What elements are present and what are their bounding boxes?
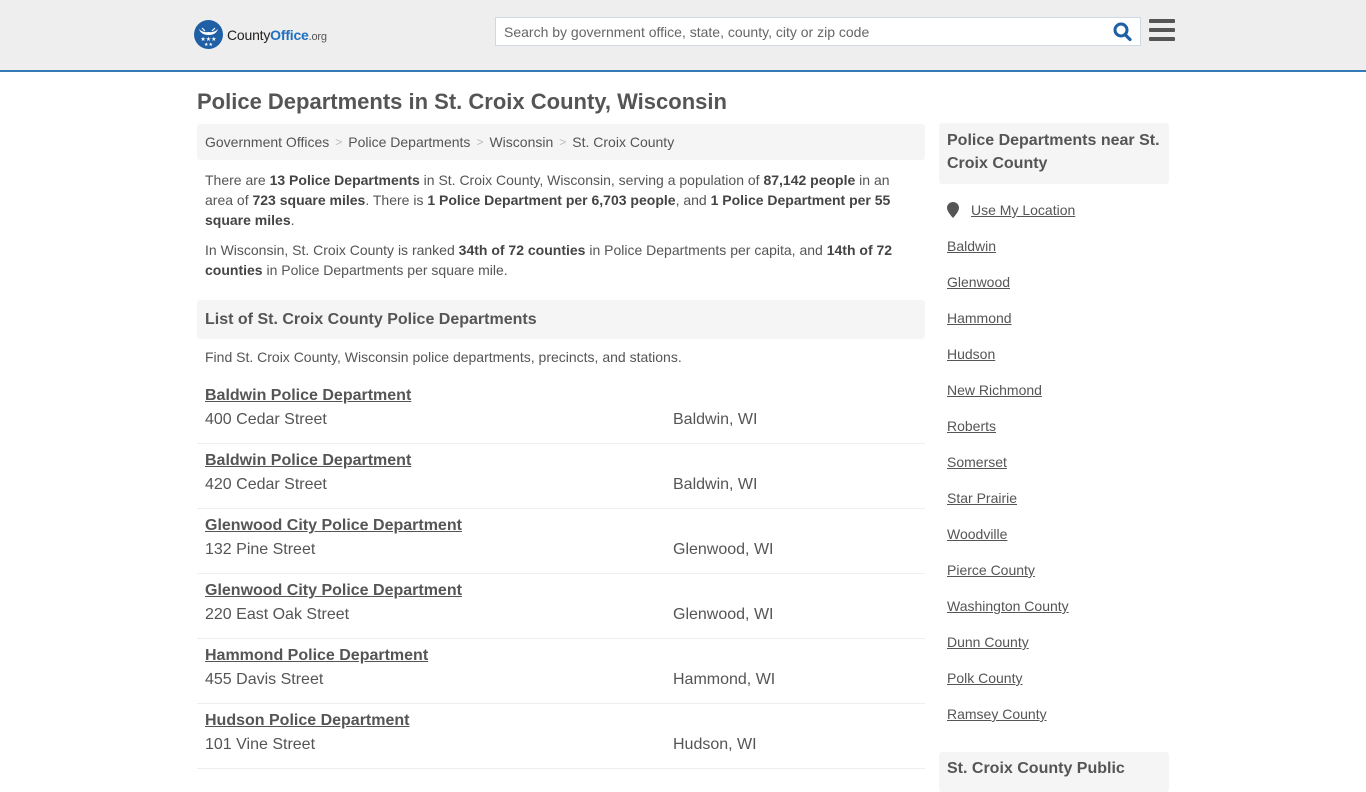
sidebar-link[interactable]: Hudson bbox=[947, 346, 995, 362]
intro-ranking-paragraph: In Wisconsin, St. Croix County is ranked… bbox=[197, 240, 925, 280]
sidebar-item-polk-county: Polk County bbox=[939, 669, 1169, 705]
breadcrumb-item-government-offices[interactable]: Government Offices bbox=[205, 134, 329, 150]
paragraph-text: in Police Departments per square mile. bbox=[262, 262, 508, 278]
department-address: 400 Cedar Street bbox=[205, 411, 327, 428]
paragraph-text: in St. Croix County, Wisconsin, serving … bbox=[419, 172, 764, 188]
sidebar-link[interactable]: Ramsey County bbox=[947, 706, 1047, 722]
sidebar-item-roberts: Roberts bbox=[939, 417, 1169, 453]
main-content: Police Departments in St. Croix County, … bbox=[197, 72, 925, 769]
department-link[interactable]: Glenwood City Police Department bbox=[205, 581, 462, 601]
site-logo[interactable]: ★★★ ★★ CountyOffice.org bbox=[194, 20, 327, 49]
department-address: 132 Pine Street bbox=[205, 541, 316, 558]
sidebar-item-hammond: Hammond bbox=[939, 309, 1169, 345]
sidebar-item-new-richmond: New Richmond bbox=[939, 381, 1169, 417]
department-link[interactable]: Baldwin Police Department bbox=[205, 451, 411, 471]
department-link[interactable]: Baldwin Police Department bbox=[205, 386, 411, 406]
list-item: Glenwood City Police Department 132 Pine… bbox=[197, 509, 925, 574]
sidebar-link[interactable]: Dunn County bbox=[947, 634, 1029, 650]
highlight-stat: 13 Police Departments bbox=[269, 172, 420, 188]
site-header: ★★★ ★★ CountyOffice.org bbox=[0, 0, 1366, 72]
highlight-stat: 87,142 people bbox=[763, 172, 856, 188]
department-address: 101 Vine Street bbox=[205, 736, 316, 753]
sidebar-link[interactable]: New Richmond bbox=[947, 382, 1042, 398]
sidebar-link[interactable]: Baldwin bbox=[947, 238, 996, 254]
sidebar-link[interactable]: Somerset bbox=[947, 454, 1007, 470]
department-address: 455 Davis Street bbox=[205, 671, 324, 688]
sidebar-item-pierce-county: Pierce County bbox=[939, 561, 1169, 597]
list-heading: List of St. Croix County Police Departme… bbox=[197, 300, 925, 339]
search-button[interactable] bbox=[1112, 22, 1134, 42]
sidebar-item-woodville: Woodville bbox=[939, 525, 1169, 561]
sidebar-heading: Police Departments near St. Croix County bbox=[939, 123, 1169, 184]
page-title: Police Departments in St. Croix County, … bbox=[197, 89, 727, 114]
department-list: Baldwin Police Department 400 Cedar Stre… bbox=[197, 379, 925, 769]
paragraph-text: . bbox=[290, 212, 295, 228]
highlight-stat: 34th of 72 counties bbox=[458, 242, 586, 258]
sidebar-link[interactable]: Pierce County bbox=[947, 562, 1035, 578]
sidebar-item-dunn-county: Dunn County bbox=[939, 633, 1169, 669]
breadcrumb: Government Offices > Police Departments … bbox=[197, 124, 925, 160]
sidebar-item-glenwood: Glenwood bbox=[939, 273, 1169, 309]
highlight-stat: 1 Police Department per 6,703 people bbox=[427, 192, 676, 208]
sidebar-item-somerset: Somerset bbox=[939, 453, 1169, 489]
breadcrumb-separator: > bbox=[476, 135, 484, 149]
department-city: Glenwood, WI bbox=[673, 541, 774, 558]
sidebar-item-ramsey-county: Ramsey County bbox=[939, 705, 1169, 741]
intro-section: There are 13 Police Departments in St. C… bbox=[197, 170, 925, 280]
breadcrumb-item-police-departments[interactable]: Police Departments bbox=[348, 134, 470, 150]
department-city: Baldwin, WI bbox=[673, 476, 758, 493]
list-subtitle: Find St. Croix County, Wisconsin police … bbox=[205, 349, 682, 365]
department-link[interactable]: Glenwood City Police Department bbox=[205, 516, 462, 536]
list-item: Baldwin Police Department 420 Cedar Stre… bbox=[197, 444, 925, 509]
sidebar-link[interactable]: Roberts bbox=[947, 418, 996, 434]
breadcrumb-separator: > bbox=[335, 135, 343, 149]
use-my-location: Use My Location bbox=[939, 201, 1169, 237]
svg-text:★★: ★★ bbox=[204, 42, 213, 48]
sidebar-item-washington-county: Washington County bbox=[939, 597, 1169, 633]
sidebar: Police Departments near St. Croix County… bbox=[939, 123, 1169, 792]
department-city: Baldwin, WI bbox=[673, 411, 758, 428]
paragraph-text: There are bbox=[205, 172, 270, 188]
list-item: Baldwin Police Department 400 Cedar Stre… bbox=[197, 379, 925, 444]
department-link[interactable]: Hudson Police Department bbox=[205, 711, 409, 731]
sidebar-item-baldwin: Baldwin bbox=[939, 237, 1169, 273]
sidebar-item-hudson: Hudson bbox=[939, 345, 1169, 381]
department-city: Hammond, WI bbox=[673, 671, 776, 688]
breadcrumb-separator: > bbox=[559, 135, 567, 149]
sidebar-link[interactable]: Washington County bbox=[947, 598, 1069, 614]
paragraph-text: In Wisconsin, St. Croix County is ranked bbox=[205, 242, 459, 258]
highlight-stat: 723 square miles bbox=[252, 192, 366, 208]
sidebar-link[interactable]: Polk County bbox=[947, 670, 1022, 686]
sidebar-link[interactable]: Woodville bbox=[947, 526, 1007, 542]
breadcrumb-item-wisconsin[interactable]: Wisconsin bbox=[489, 134, 553, 150]
department-address: 420 Cedar Street bbox=[205, 476, 327, 493]
search-input[interactable] bbox=[496, 18, 1106, 45]
breadcrumb-item-st-croix-county[interactable]: St. Croix County bbox=[572, 134, 674, 150]
paragraph-text: in Police Departments per capita, and bbox=[585, 242, 827, 258]
logo-eagle-icon: ★★★ ★★ bbox=[194, 20, 223, 49]
paragraph-text: . There is bbox=[365, 192, 428, 208]
department-city: Hudson, WI bbox=[673, 736, 757, 753]
sidebar-item-star-prairie: Star Prairie bbox=[939, 489, 1169, 525]
department-address: 220 East Oak Street bbox=[205, 606, 350, 623]
nearby-links: Use My Location Baldwin Glenwood Hammond… bbox=[939, 201, 1169, 741]
map-pin-icon bbox=[947, 202, 959, 218]
use-my-location-link[interactable]: Use My Location bbox=[971, 201, 1075, 219]
list-item: Hammond Police Department 455 Davis Stre… bbox=[197, 639, 925, 704]
hamburger-menu-icon[interactable] bbox=[1149, 19, 1175, 43]
list-item: Hudson Police Department 101 Vine Street… bbox=[197, 704, 925, 769]
logo-text: CountyOffice.org bbox=[227, 26, 327, 43]
sidebar-link[interactable]: Glenwood bbox=[947, 274, 1010, 290]
department-city: Glenwood, WI bbox=[673, 606, 774, 623]
paragraph-text: , and bbox=[675, 192, 711, 208]
search-icon bbox=[1113, 22, 1132, 42]
sidebar-link[interactable]: Hammond bbox=[947, 310, 1012, 326]
sidebar-heading-public: St. Croix County Public bbox=[939, 752, 1169, 792]
department-link[interactable]: Hammond Police Department bbox=[205, 646, 428, 666]
intro-stats-paragraph: There are 13 Police Departments in St. C… bbox=[197, 170, 925, 230]
sidebar-link[interactable]: Star Prairie bbox=[947, 490, 1017, 506]
list-item: Glenwood City Police Department 220 East… bbox=[197, 574, 925, 639]
search-box bbox=[495, 17, 1141, 46]
